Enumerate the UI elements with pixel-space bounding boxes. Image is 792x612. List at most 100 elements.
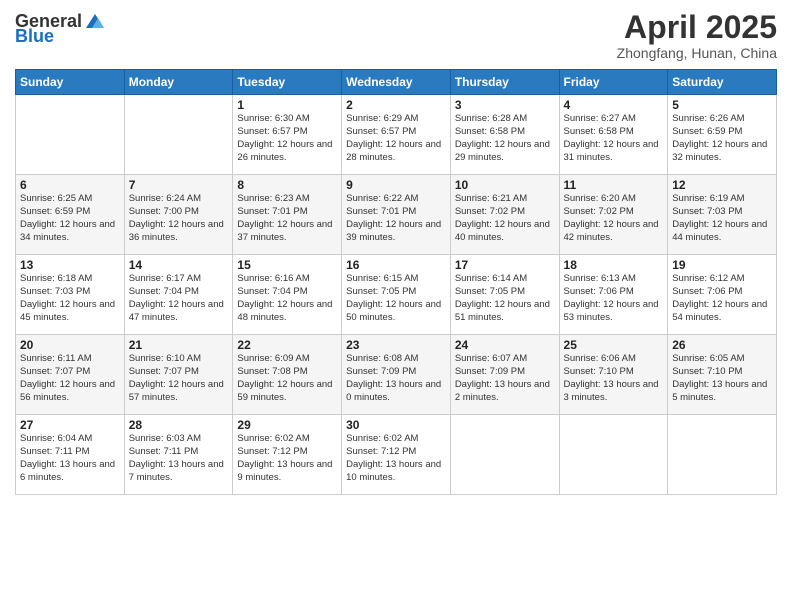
calendar-cell xyxy=(668,415,777,495)
day-info: Sunrise: 6:17 AMSunset: 7:04 PMDaylight:… xyxy=(129,273,229,324)
day-number: 13 xyxy=(20,258,120,272)
day-number: 7 xyxy=(129,178,229,192)
calendar-cell: 30Sunrise: 6:02 AMSunset: 7:12 PMDayligh… xyxy=(342,415,451,495)
day-info: Sunrise: 6:03 AMSunset: 7:11 PMDaylight:… xyxy=(129,433,229,484)
weekday-header-monday: Monday xyxy=(124,70,233,95)
day-number: 15 xyxy=(237,258,337,272)
day-number: 29 xyxy=(237,418,337,432)
calendar-cell: 4Sunrise: 6:27 AMSunset: 6:58 PMDaylight… xyxy=(559,95,668,175)
day-info: Sunrise: 6:25 AMSunset: 6:59 PMDaylight:… xyxy=(20,193,120,244)
day-number: 25 xyxy=(564,338,664,352)
day-info: Sunrise: 6:05 AMSunset: 7:10 PMDaylight:… xyxy=(672,353,772,404)
calendar-cell: 13Sunrise: 6:18 AMSunset: 7:03 PMDayligh… xyxy=(16,255,125,335)
day-number: 2 xyxy=(346,98,446,112)
calendar-week-1: 1Sunrise: 6:30 AMSunset: 6:57 PMDaylight… xyxy=(16,95,777,175)
day-number: 28 xyxy=(129,418,229,432)
day-number: 14 xyxy=(129,258,229,272)
day-info: Sunrise: 6:11 AMSunset: 7:07 PMDaylight:… xyxy=(20,353,120,404)
calendar-cell: 25Sunrise: 6:06 AMSunset: 7:10 PMDayligh… xyxy=(559,335,668,415)
weekday-header-saturday: Saturday xyxy=(668,70,777,95)
day-info: Sunrise: 6:10 AMSunset: 7:07 PMDaylight:… xyxy=(129,353,229,404)
day-number: 16 xyxy=(346,258,446,272)
calendar-cell: 3Sunrise: 6:28 AMSunset: 6:58 PMDaylight… xyxy=(450,95,559,175)
day-info: Sunrise: 6:13 AMSunset: 7:06 PMDaylight:… xyxy=(564,273,664,324)
calendar-cell: 16Sunrise: 6:15 AMSunset: 7:05 PMDayligh… xyxy=(342,255,451,335)
day-info: Sunrise: 6:18 AMSunset: 7:03 PMDaylight:… xyxy=(20,273,120,324)
calendar-cell: 29Sunrise: 6:02 AMSunset: 7:12 PMDayligh… xyxy=(233,415,342,495)
calendar-week-4: 20Sunrise: 6:11 AMSunset: 7:07 PMDayligh… xyxy=(16,335,777,415)
weekday-header-sunday: Sunday xyxy=(16,70,125,95)
day-number: 18 xyxy=(564,258,664,272)
location: Zhongfang, Hunan, China xyxy=(617,45,777,61)
day-info: Sunrise: 6:27 AMSunset: 6:58 PMDaylight:… xyxy=(564,113,664,164)
day-info: Sunrise: 6:28 AMSunset: 6:58 PMDaylight:… xyxy=(455,113,555,164)
calendar-cell: 18Sunrise: 6:13 AMSunset: 7:06 PMDayligh… xyxy=(559,255,668,335)
calendar-cell: 23Sunrise: 6:08 AMSunset: 7:09 PMDayligh… xyxy=(342,335,451,415)
calendar-cell: 15Sunrise: 6:16 AMSunset: 7:04 PMDayligh… xyxy=(233,255,342,335)
day-number: 3 xyxy=(455,98,555,112)
day-number: 23 xyxy=(346,338,446,352)
calendar-cell: 12Sunrise: 6:19 AMSunset: 7:03 PMDayligh… xyxy=(668,175,777,255)
day-number: 17 xyxy=(455,258,555,272)
calendar-table: SundayMondayTuesdayWednesdayThursdayFrid… xyxy=(15,69,777,495)
calendar-cell: 21Sunrise: 6:10 AMSunset: 7:07 PMDayligh… xyxy=(124,335,233,415)
calendar-cell: 22Sunrise: 6:09 AMSunset: 7:08 PMDayligh… xyxy=(233,335,342,415)
day-number: 9 xyxy=(346,178,446,192)
day-info: Sunrise: 6:12 AMSunset: 7:06 PMDaylight:… xyxy=(672,273,772,324)
day-number: 27 xyxy=(20,418,120,432)
calendar-cell: 9Sunrise: 6:22 AMSunset: 7:01 PMDaylight… xyxy=(342,175,451,255)
day-number: 11 xyxy=(564,178,664,192)
day-info: Sunrise: 6:02 AMSunset: 7:12 PMDaylight:… xyxy=(346,433,446,484)
day-info: Sunrise: 6:19 AMSunset: 7:03 PMDaylight:… xyxy=(672,193,772,244)
weekday-header-tuesday: Tuesday xyxy=(233,70,342,95)
day-info: Sunrise: 6:04 AMSunset: 7:11 PMDaylight:… xyxy=(20,433,120,484)
day-number: 22 xyxy=(237,338,337,352)
weekday-header-thursday: Thursday xyxy=(450,70,559,95)
day-info: Sunrise: 6:23 AMSunset: 7:01 PMDaylight:… xyxy=(237,193,337,244)
day-info: Sunrise: 6:16 AMSunset: 7:04 PMDaylight:… xyxy=(237,273,337,324)
day-info: Sunrise: 6:24 AMSunset: 7:00 PMDaylight:… xyxy=(129,193,229,244)
calendar-cell: 27Sunrise: 6:04 AMSunset: 7:11 PMDayligh… xyxy=(16,415,125,495)
day-number: 12 xyxy=(672,178,772,192)
calendar-cell xyxy=(16,95,125,175)
page: General Blue April 2025 Zhongfang, Hunan… xyxy=(0,0,792,612)
day-info: Sunrise: 6:20 AMSunset: 7:02 PMDaylight:… xyxy=(564,193,664,244)
calendar-week-2: 6Sunrise: 6:25 AMSunset: 6:59 PMDaylight… xyxy=(16,175,777,255)
calendar-cell: 26Sunrise: 6:05 AMSunset: 7:10 PMDayligh… xyxy=(668,335,777,415)
day-info: Sunrise: 6:06 AMSunset: 7:10 PMDaylight:… xyxy=(564,353,664,404)
calendar-cell: 17Sunrise: 6:14 AMSunset: 7:05 PMDayligh… xyxy=(450,255,559,335)
calendar-cell: 2Sunrise: 6:29 AMSunset: 6:57 PMDaylight… xyxy=(342,95,451,175)
calendar-cell: 6Sunrise: 6:25 AMSunset: 6:59 PMDaylight… xyxy=(16,175,125,255)
day-info: Sunrise: 6:26 AMSunset: 6:59 PMDaylight:… xyxy=(672,113,772,164)
day-number: 1 xyxy=(237,98,337,112)
calendar-cell xyxy=(450,415,559,495)
logo-icon xyxy=(84,10,106,32)
logo: General Blue xyxy=(15,10,106,47)
day-info: Sunrise: 6:30 AMSunset: 6:57 PMDaylight:… xyxy=(237,113,337,164)
calendar-cell: 11Sunrise: 6:20 AMSunset: 7:02 PMDayligh… xyxy=(559,175,668,255)
calendar-cell: 19Sunrise: 6:12 AMSunset: 7:06 PMDayligh… xyxy=(668,255,777,335)
day-info: Sunrise: 6:22 AMSunset: 7:01 PMDaylight:… xyxy=(346,193,446,244)
day-number: 26 xyxy=(672,338,772,352)
calendar-cell: 8Sunrise: 6:23 AMSunset: 7:01 PMDaylight… xyxy=(233,175,342,255)
day-number: 8 xyxy=(237,178,337,192)
weekday-header-friday: Friday xyxy=(559,70,668,95)
calendar-cell: 7Sunrise: 6:24 AMSunset: 7:00 PMDaylight… xyxy=(124,175,233,255)
day-info: Sunrise: 6:02 AMSunset: 7:12 PMDaylight:… xyxy=(237,433,337,484)
calendar-cell: 28Sunrise: 6:03 AMSunset: 7:11 PMDayligh… xyxy=(124,415,233,495)
title-block: April 2025 Zhongfang, Hunan, China xyxy=(617,10,777,61)
logo-blue-text: Blue xyxy=(15,26,54,47)
calendar-week-3: 13Sunrise: 6:18 AMSunset: 7:03 PMDayligh… xyxy=(16,255,777,335)
day-number: 4 xyxy=(564,98,664,112)
day-info: Sunrise: 6:14 AMSunset: 7:05 PMDaylight:… xyxy=(455,273,555,324)
header-row: SundayMondayTuesdayWednesdayThursdayFrid… xyxy=(16,70,777,95)
day-info: Sunrise: 6:08 AMSunset: 7:09 PMDaylight:… xyxy=(346,353,446,404)
day-number: 5 xyxy=(672,98,772,112)
day-number: 24 xyxy=(455,338,555,352)
day-number: 21 xyxy=(129,338,229,352)
calendar-cell xyxy=(559,415,668,495)
calendar-cell: 20Sunrise: 6:11 AMSunset: 7:07 PMDayligh… xyxy=(16,335,125,415)
month-title: April 2025 xyxy=(617,10,777,45)
day-number: 10 xyxy=(455,178,555,192)
day-number: 19 xyxy=(672,258,772,272)
